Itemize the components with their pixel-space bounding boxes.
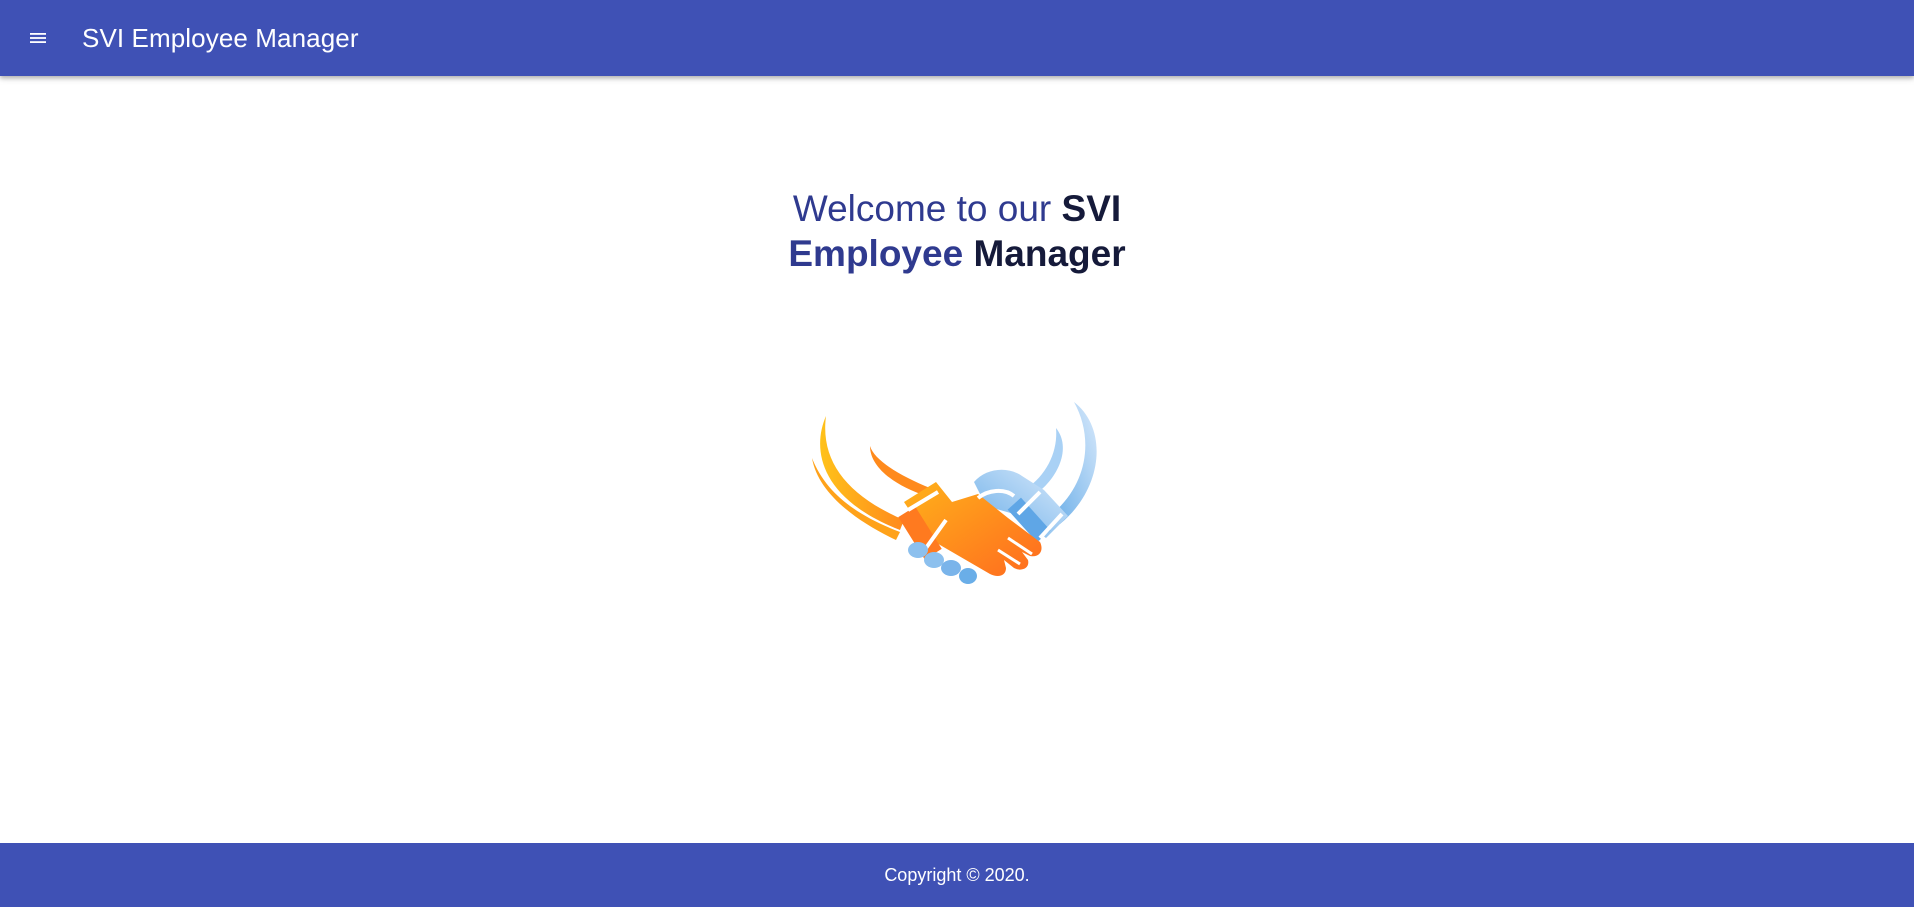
app-title: SVI Employee Manager [82,22,359,53]
top-toolbar: SVI Employee Manager [0,0,1914,76]
handshake-logo [808,398,1108,678]
footer: Copyright © 2020. [0,843,1914,907]
menu-icon [30,33,46,43]
welcome-text-part4: Manager [963,233,1126,274]
handshake-icon [812,402,1097,584]
copyright-text: Copyright © 2020. [884,864,1030,885]
welcome-heading: Welcome to our SVI Employee Manager [657,186,1257,276]
welcome-text-part3: Employee [788,233,964,274]
welcome-text-part1: Welcome to our [792,188,1062,229]
welcome-text-part2: SVI [1061,188,1122,229]
page: SVI Employee Manager Welcome to our SVI … [0,0,1914,907]
menu-button[interactable] [18,18,58,58]
main-content: Welcome to our SVI Employee Manager [0,76,1914,843]
